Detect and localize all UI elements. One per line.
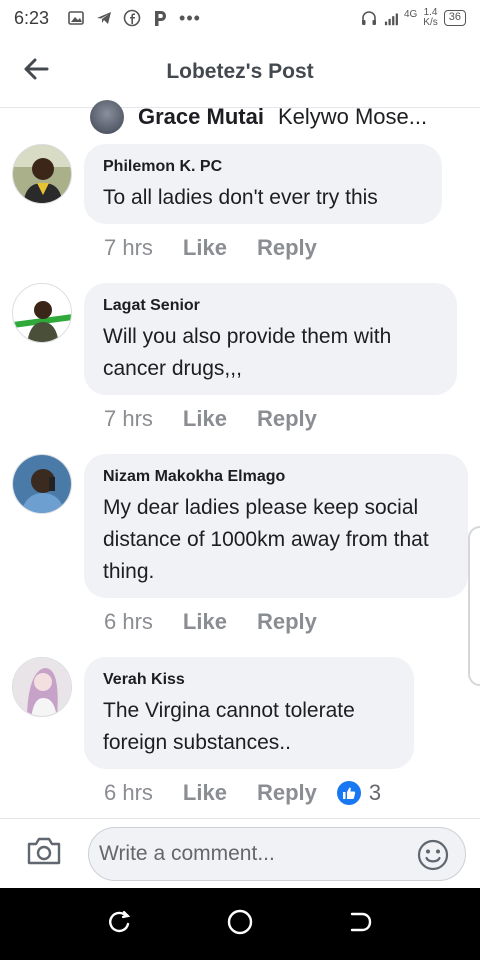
like-button[interactable]: Like — [183, 780, 227, 806]
comment-author[interactable]: Lagat Senior — [103, 297, 437, 315]
comment-bubble: Nizam Makokha Elmago My dear ladies plea… — [84, 454, 468, 598]
reply-button[interactable]: Reply — [257, 780, 317, 806]
status-bar: 6:23 ••• 4G 1.4 K/s 36 — [0, 0, 480, 36]
reply-button[interactable]: Reply — [257, 406, 317, 432]
comment-actions: 6 hrs Like Reply — [104, 609, 317, 635]
comment-text: To all ladies don't ever try this — [103, 186, 378, 209]
comment-text: Will you also provide them with cancer d… — [103, 325, 392, 380]
comment-time[interactable]: 7 hrs — [104, 406, 153, 432]
reply-button[interactable]: Reply — [257, 609, 317, 635]
comment-bubble: Verah Kiss The Virgina cannot tolerate f… — [84, 657, 414, 769]
avatar[interactable] — [12, 283, 72, 343]
scroll-edge-indicator — [468, 526, 480, 686]
arrow-left-icon — [22, 55, 50, 88]
recent-apps-icon — [106, 908, 134, 941]
telegram-icon — [95, 9, 113, 27]
comment-author[interactable]: Nizam Makokha Elmago — [103, 468, 448, 486]
status-time: 6:23 — [14, 7, 50, 28]
camera-icon — [26, 836, 62, 871]
avatar[interactable] — [12, 657, 72, 717]
avatar — [90, 100, 124, 134]
signal-icon — [384, 9, 402, 27]
comment-author[interactable]: Philemon K. PC — [103, 158, 422, 176]
like-button[interactable]: Like — [183, 406, 227, 432]
network-type: 4G — [403, 8, 418, 20]
like-button[interactable]: Like — [183, 235, 227, 261]
partial-comment: Grace Mutai Kelywo Mose... — [90, 100, 427, 134]
more-notifications-icon: ••• — [179, 7, 201, 28]
page-title: Lobetez's Post — [166, 59, 314, 83]
comment-author[interactable]: Grace Mutai — [138, 104, 264, 130]
comment-bubble: Philemon K. PC To all ladies don't ever … — [84, 144, 442, 224]
system-nav-bar — [0, 888, 480, 960]
reaction-count: 3 — [368, 780, 382, 805]
comment-input-container[interactable] — [88, 827, 466, 881]
comment-composer — [0, 818, 480, 888]
comment-time[interactable]: 7 hrs — [104, 235, 153, 261]
comment-time[interactable]: 6 hrs — [104, 780, 153, 806]
reaction-summary[interactable]: 3 — [336, 780, 382, 806]
recent-apps-button[interactable] — [100, 904, 140, 944]
comment-text: The Virgina cannot tolerate foreign subs… — [103, 699, 355, 754]
facebook-icon — [123, 9, 141, 27]
reply-button[interactable]: Reply — [257, 235, 317, 261]
image-icon — [67, 9, 85, 27]
avatar[interactable] — [12, 454, 72, 514]
comment-actions: 7 hrs Like Reply — [104, 406, 317, 432]
home-icon — [226, 908, 254, 941]
comments-list[interactable]: Grace Mutai Kelywo Mose... Philemon K. P… — [0, 96, 480, 818]
thumbs-up-icon — [336, 781, 361, 805]
comment-text: My dear ladies please keep social distan… — [103, 496, 429, 583]
comment-preview: Kelywo Mose... — [277, 104, 428, 129]
emoji-icon[interactable] — [417, 839, 449, 871]
p-app-icon — [151, 9, 169, 27]
system-back-button[interactable] — [340, 904, 380, 944]
headphones-icon — [360, 9, 378, 27]
avatar[interactable] — [12, 144, 72, 204]
back-icon — [346, 908, 374, 941]
comment-input[interactable] — [99, 842, 399, 866]
speed-unit: K/s — [423, 17, 438, 28]
like-button[interactable]: Like — [183, 609, 227, 635]
comment-actions: 6 hrs Like Reply 3 — [104, 780, 381, 806]
camera-button[interactable] — [0, 819, 88, 889]
battery-indicator: 36 — [443, 10, 466, 26]
home-button[interactable] — [220, 904, 260, 944]
comment-bubble: Lagat Senior Will you also provide them … — [84, 283, 457, 395]
comment-time[interactable]: 6 hrs — [104, 609, 153, 635]
comment-author[interactable]: Verah Kiss — [103, 671, 394, 689]
comment-actions: 7 hrs Like Reply — [104, 235, 317, 261]
network-speed: 1.4 K/s — [423, 8, 437, 28]
